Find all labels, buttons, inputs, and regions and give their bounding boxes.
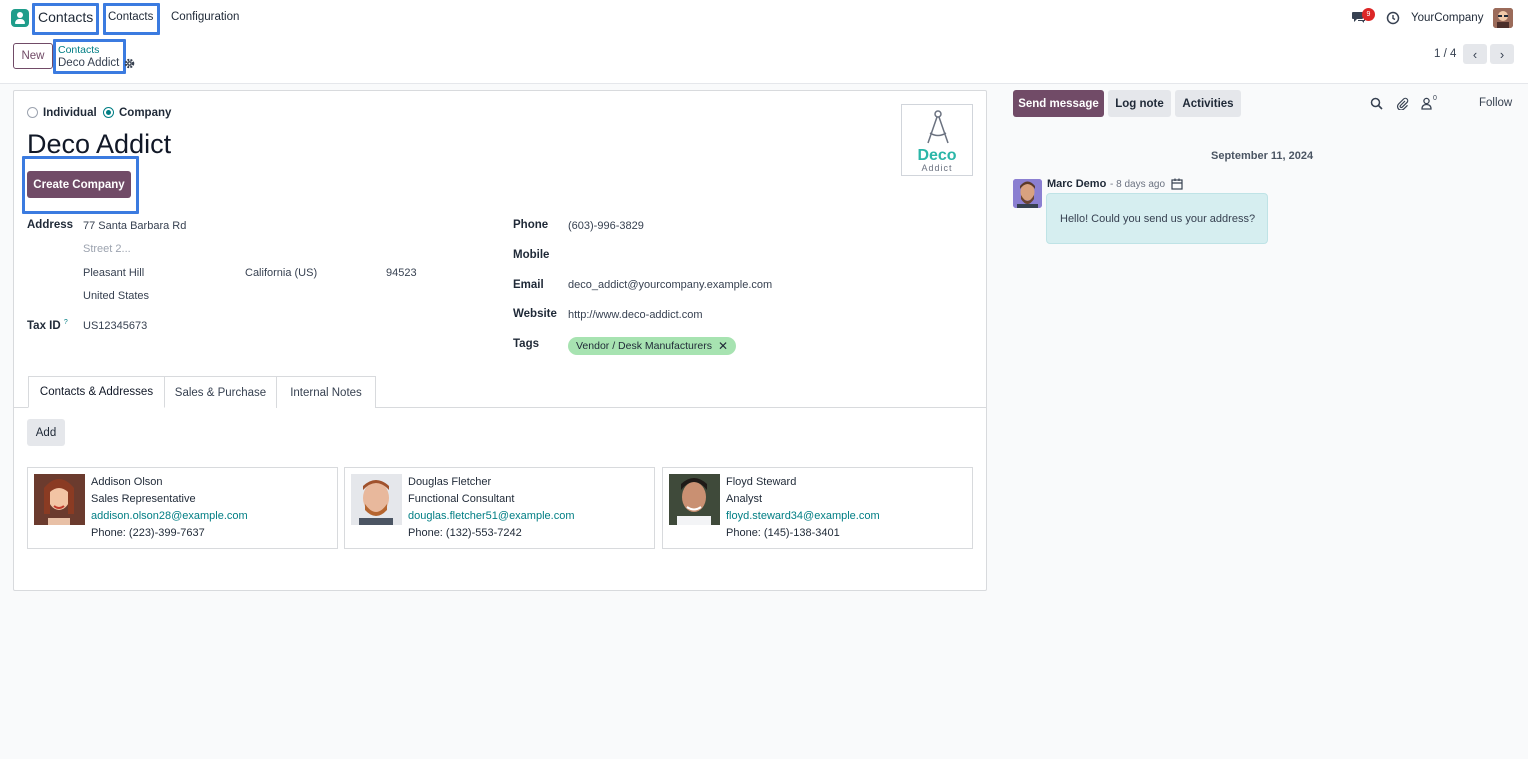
contact-name: Floyd Steward xyxy=(726,476,797,488)
contact-email[interactable]: floyd.steward34@example.com xyxy=(726,510,880,522)
phone-label: Phone xyxy=(513,219,549,231)
help-icon[interactable]: ? xyxy=(64,319,68,326)
street2-field[interactable]: Street 2... xyxy=(83,243,131,255)
contact-name: Douglas Fletcher xyxy=(408,476,492,488)
zip-field[interactable]: 94523 xyxy=(386,267,417,279)
contact-phone: Phone: (132)-553-7242 xyxy=(408,527,522,539)
radio-company[interactable] xyxy=(103,107,114,118)
street-field[interactable]: 77 Santa Barbara Rd xyxy=(83,220,186,232)
chevron-left-icon: ‹ xyxy=(1472,46,1478,62)
control-panel: New Contacts Deco Addict 1 / 4 ‹ › xyxy=(0,36,1528,84)
contact-card[interactable]: Floyd Steward Analyst floyd.steward34@ex… xyxy=(662,467,973,549)
tab-internal-notes[interactable]: Internal Notes xyxy=(276,376,376,408)
top-navbar: Contacts Contacts Configuration 9 YourCo… xyxy=(0,0,1528,36)
contact-card[interactable]: Douglas Fletcher Functional Consultant d… xyxy=(344,467,655,549)
follow-button[interactable]: Follow xyxy=(1479,97,1512,109)
form-sheet: Individual Company Deco Addict Create Co… xyxy=(13,90,987,591)
tags-label: Tags xyxy=(513,338,539,350)
log-note-button[interactable]: Log note xyxy=(1108,90,1171,117)
website-label: Website xyxy=(513,308,557,320)
menu-configuration[interactable]: Configuration xyxy=(171,11,239,23)
gear-icon[interactable] xyxy=(124,58,135,69)
highlight-box xyxy=(22,156,139,214)
contact-phone: Phone: (223)-399-7637 xyxy=(91,527,205,539)
new-button[interactable]: New xyxy=(13,43,53,69)
contact-function: Analyst xyxy=(726,493,763,505)
calendar-icon xyxy=(1171,178,1183,190)
compass-icon xyxy=(927,110,949,144)
tab-contacts-addresses[interactable]: Contacts & Addresses xyxy=(28,376,165,408)
paperclip-icon[interactable] xyxy=(1396,97,1409,110)
company-logo[interactable]: Deco Addict xyxy=(901,104,973,176)
contact-photo xyxy=(669,474,720,525)
date-separator: September 11, 2024 xyxy=(1211,150,1314,162)
contact-name: Addison Olson xyxy=(91,476,163,488)
radio-company-label[interactable]: Company xyxy=(119,107,171,119)
radio-individual-label[interactable]: Individual xyxy=(43,107,97,119)
pager-previous-button[interactable]: ‹ xyxy=(1463,44,1487,64)
close-icon[interactable]: ✕ xyxy=(718,339,728,353)
chevron-right-icon: › xyxy=(1499,46,1505,62)
website-field[interactable]: http://www.deco-addict.com xyxy=(568,309,703,321)
message-time: - 8 days ago xyxy=(1110,179,1166,190)
contacts-app-icon[interactable] xyxy=(11,9,29,27)
user-follower-icon[interactable] xyxy=(1420,97,1433,110)
contact-function: Sales Representative xyxy=(91,493,196,505)
country-field[interactable]: United States xyxy=(83,290,149,302)
contact-photo xyxy=(34,474,85,525)
contact-email[interactable]: douglas.fletcher51@example.com xyxy=(408,510,574,522)
city-field[interactable]: Pleasant Hill xyxy=(83,267,144,279)
message-body: Hello! Could you send us your address? xyxy=(1060,213,1256,225)
contact-photo xyxy=(351,474,402,525)
follower-count: 0 xyxy=(1433,95,1437,102)
email-label: Email xyxy=(513,279,544,291)
phone-field[interactable]: (603)-996-3829 xyxy=(568,220,644,232)
clock-icon[interactable] xyxy=(1386,11,1400,25)
contact-email[interactable]: addison.olson28@example.com xyxy=(91,510,248,522)
author-avatar[interactable] xyxy=(1013,179,1042,208)
highlight-box xyxy=(53,39,126,74)
activities-button[interactable]: Activities xyxy=(1175,90,1241,117)
add-contact-button[interactable]: Add xyxy=(27,419,65,446)
company-switcher[interactable]: YourCompany xyxy=(1411,12,1483,24)
state-field[interactable]: California (US) xyxy=(245,267,317,279)
address-label: Address xyxy=(27,219,74,231)
tag-badge[interactable]: Vendor / Desk Manufacturers ✕ xyxy=(568,337,737,355)
contact-phone: Phone: (145)-138-3401 xyxy=(726,527,840,539)
email-field[interactable]: deco_addict@yourcompany.example.com xyxy=(568,279,772,291)
tag-label: Vendor / Desk Manufacturers xyxy=(576,340,712,352)
logo-text-addict: Addict xyxy=(921,163,953,173)
tax-id-field[interactable]: US12345673 xyxy=(83,320,147,332)
highlight-box xyxy=(32,3,99,35)
contact-function: Functional Consultant xyxy=(408,493,515,505)
tax-id-label: Tax ID ? xyxy=(27,319,68,332)
message-author[interactable]: Marc Demo xyxy=(1047,178,1106,190)
contact-card[interactable]: Addison Olson Sales Representative addis… xyxy=(27,467,338,549)
notification-badge: 9 xyxy=(1362,8,1375,21)
highlight-box xyxy=(103,3,160,35)
mobile-label: Mobile xyxy=(513,249,550,261)
tab-sales-purchase[interactable]: Sales & Purchase xyxy=(164,376,277,408)
message-bubble: Hello! Could you send us your address? xyxy=(1046,193,1268,244)
tax-id-label-text: Tax ID xyxy=(27,319,61,332)
radio-individual[interactable] xyxy=(27,107,38,118)
pager-next-button[interactable]: › xyxy=(1490,44,1514,64)
pager-value: 1 / 4 xyxy=(1434,48,1457,60)
search-icon[interactable] xyxy=(1370,97,1383,110)
user-avatar[interactable] xyxy=(1493,8,1513,28)
send-message-button[interactable]: Send message xyxy=(1013,90,1104,117)
